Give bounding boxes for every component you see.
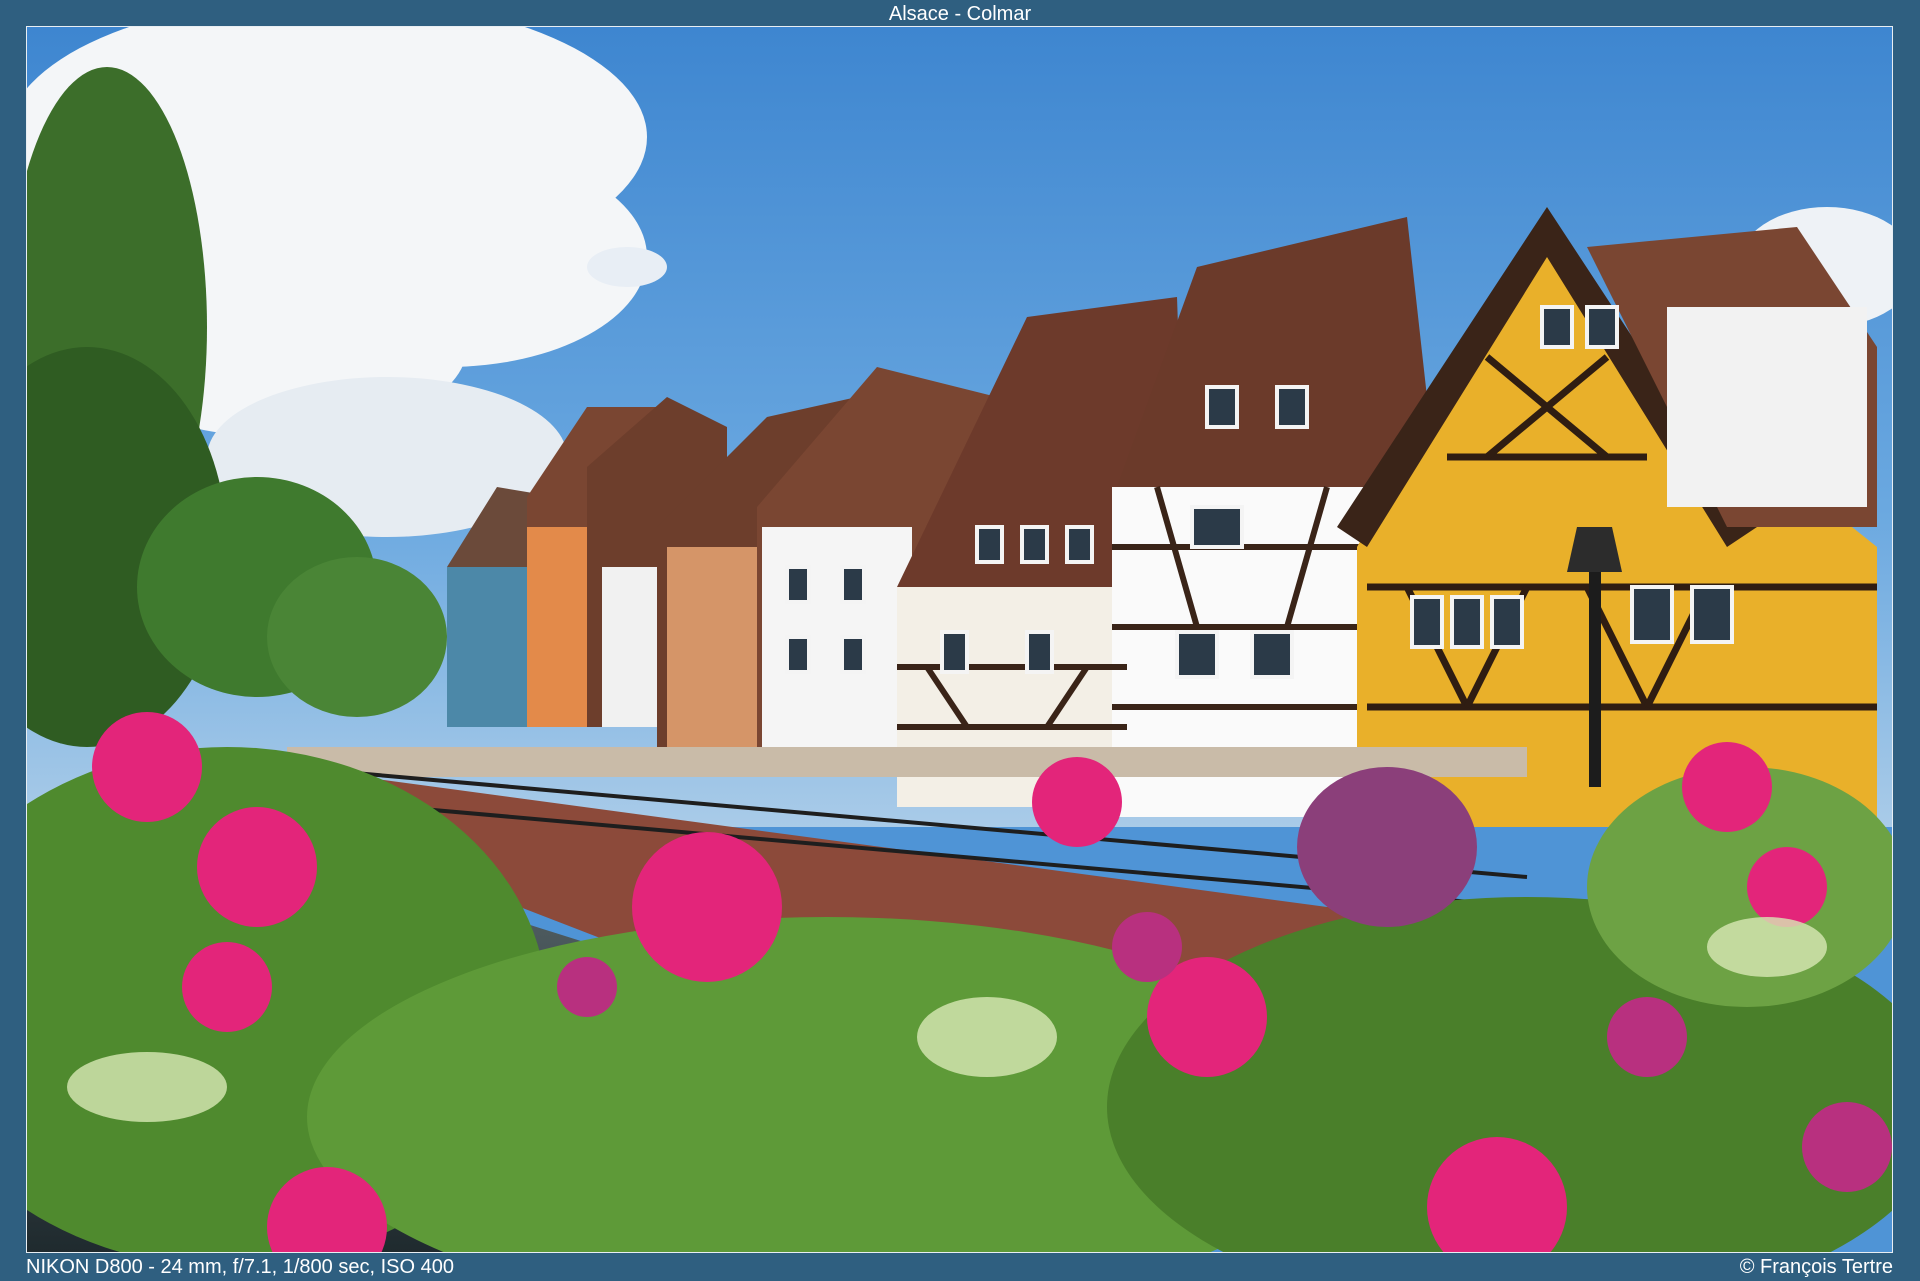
- colmar-scene: [27, 27, 1892, 1252]
- copyright-notice: © François Tertre: [1739, 1256, 1893, 1278]
- photo: [26, 26, 1893, 1253]
- photo-caption: NIKON D800 - 24 mm, f/7.1, 1/800 sec, IS…: [26, 1253, 1893, 1281]
- exif-info: NIKON D800 - 24 mm, f/7.1, 1/800 sec, IS…: [26, 1256, 454, 1278]
- walkway: [287, 747, 1527, 777]
- photo-title: Alsace - Colmar: [888, 3, 1032, 25]
